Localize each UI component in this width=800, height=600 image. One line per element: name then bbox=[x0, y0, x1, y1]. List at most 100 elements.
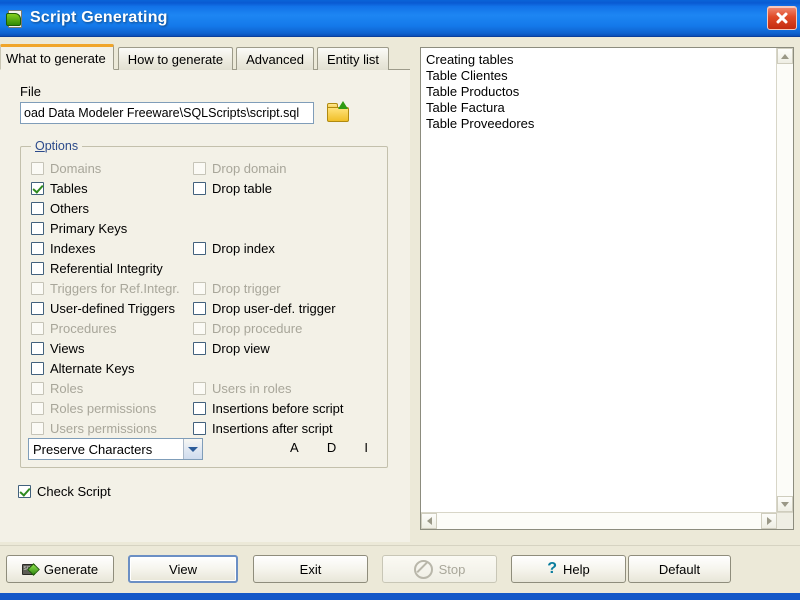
checkbox-checked-icon bbox=[18, 485, 31, 498]
what-to-generate-panel: File Options Domains Tables Others Prima… bbox=[0, 70, 410, 542]
option-views[interactable]: Views bbox=[31, 341, 84, 356]
generate-button-label: Generate bbox=[43, 561, 99, 577]
exit-button-label: Exit bbox=[299, 561, 322, 577]
option-insertions-before-script[interactable]: Insertions before script bbox=[193, 401, 344, 416]
checkbox-icon bbox=[31, 262, 44, 275]
option-label: Insertions before script bbox=[212, 401, 344, 416]
option-label: Triggers for Ref.Integr. bbox=[50, 281, 180, 296]
check-script-label: Check Script bbox=[37, 484, 111, 499]
script-file-input[interactable] bbox=[20, 102, 314, 124]
scroll-right-icon[interactable] bbox=[761, 513, 777, 529]
tab-label: What to generate bbox=[6, 50, 106, 66]
option-drop-domain: Drop domain bbox=[193, 161, 286, 176]
option-user-defined-triggers[interactable]: User-defined Triggers bbox=[31, 301, 175, 316]
help-button-label: Help bbox=[563, 561, 590, 577]
option-alternate-keys[interactable]: Alternate Keys bbox=[31, 361, 135, 376]
checkbox-icon bbox=[193, 402, 206, 415]
checkbox-icon bbox=[193, 342, 206, 355]
option-others[interactable]: Others bbox=[31, 201, 89, 216]
option-label: Drop view bbox=[212, 341, 270, 356]
option-domains: Domains bbox=[31, 161, 101, 176]
checkbox-icon bbox=[31, 362, 44, 375]
tab-strip: What to generate How to generate Advance… bbox=[0, 44, 410, 70]
vertical-scroll-track[interactable] bbox=[777, 64, 793, 496]
checkbox-icon bbox=[193, 282, 206, 295]
generate-button[interactable]: Generate bbox=[6, 555, 114, 583]
checkbox-icon bbox=[31, 302, 44, 315]
option-drop-view[interactable]: Drop view bbox=[193, 341, 270, 356]
horizontal-scroll-track[interactable] bbox=[437, 513, 761, 529]
option-insertions-after-script[interactable]: Insertions after script bbox=[193, 421, 333, 436]
log-vertical-scrollbar[interactable] bbox=[776, 48, 793, 512]
scroll-left-icon[interactable] bbox=[421, 513, 437, 529]
dialog-button-bar: Generate View Exit Stop ? Help Default bbox=[0, 545, 800, 594]
option-label: Drop domain bbox=[212, 161, 287, 176]
checkbox-icon bbox=[31, 202, 44, 215]
charset-combo-value: Preserve Characters bbox=[33, 441, 153, 457]
checkbox-icon bbox=[193, 382, 206, 395]
checkbox-icon bbox=[31, 382, 44, 395]
log-list[interactable]: Creating tables Table Clientes Table Pro… bbox=[421, 48, 776, 512]
tab-entity-list[interactable]: Entity list bbox=[316, 47, 389, 70]
option-label: Users in roles bbox=[212, 381, 292, 396]
option-roles-permissions: Roles permissions bbox=[31, 401, 156, 416]
desktop-strip bbox=[0, 593, 800, 600]
tab-label: Entity list bbox=[326, 51, 379, 67]
option-label: Referential Integrity bbox=[50, 261, 163, 276]
stop-icon bbox=[413, 559, 433, 579]
checkbox-icon bbox=[31, 222, 44, 235]
option-users-in-roles: Users in roles bbox=[193, 381, 291, 396]
marker-i: I bbox=[364, 440, 368, 455]
option-label: Views bbox=[50, 341, 85, 356]
option-label: Drop table bbox=[212, 181, 272, 196]
script-document-icon bbox=[6, 9, 24, 28]
help-button[interactable]: ? Help bbox=[511, 555, 626, 583]
checkbox-icon bbox=[193, 162, 206, 175]
check-script-option[interactable]: Check Script bbox=[18, 484, 111, 499]
option-referential-integrity[interactable]: Referential Integrity bbox=[31, 261, 163, 276]
checkbox-icon bbox=[31, 322, 44, 335]
log-row: Creating tables Table Clientes Table Pro… bbox=[421, 48, 793, 512]
view-button[interactable]: View bbox=[128, 555, 238, 583]
log-line: Creating tables bbox=[426, 52, 514, 67]
option-users-permissions: Users permissions bbox=[31, 421, 157, 436]
option-tables[interactable]: Tables bbox=[31, 181, 88, 196]
question-mark-icon: ? bbox=[547, 560, 558, 577]
marker-d: D bbox=[326, 440, 337, 455]
option-procedures: Procedures bbox=[31, 321, 116, 336]
option-label: User-defined Triggers bbox=[50, 301, 175, 316]
option-label: Drop index bbox=[212, 241, 275, 256]
log-line: Table Clientes bbox=[426, 68, 508, 83]
log-horizontal-scrollbar[interactable] bbox=[421, 512, 793, 529]
option-indexes[interactable]: Indexes bbox=[31, 241, 96, 256]
option-triggers-for-ref-integrity: Triggers for Ref.Integr. bbox=[31, 281, 180, 296]
option-drop-table[interactable]: Drop table bbox=[193, 181, 272, 196]
log-line: Table Factura bbox=[426, 100, 505, 115]
exit-button[interactable]: Exit bbox=[253, 555, 368, 583]
tab-advanced[interactable]: Advanced bbox=[236, 47, 314, 70]
stop-button: Stop bbox=[382, 555, 497, 583]
stop-button-label: Stop bbox=[438, 561, 466, 577]
checkbox-icon bbox=[31, 242, 44, 255]
option-drop-index[interactable]: Drop index bbox=[193, 241, 275, 256]
tab-label: Advanced bbox=[246, 51, 304, 67]
scroll-up-icon[interactable] bbox=[777, 48, 793, 64]
open-folder-icon[interactable] bbox=[325, 100, 351, 124]
checkbox-icon bbox=[193, 422, 206, 435]
option-label: Tables bbox=[50, 181, 88, 196]
scroll-down-icon[interactable] bbox=[777, 496, 793, 512]
default-button[interactable]: Default bbox=[628, 555, 731, 583]
option-primary-keys[interactable]: Primary Keys bbox=[31, 221, 127, 236]
option-label: Insertions after script bbox=[212, 421, 333, 436]
tab-what-to-generate[interactable]: What to generate bbox=[0, 44, 114, 70]
close-icon[interactable] bbox=[767, 6, 797, 30]
option-label: Alternate Keys bbox=[50, 361, 135, 376]
chevron-down-icon[interactable] bbox=[183, 439, 202, 459]
option-label: Drop trigger bbox=[212, 281, 281, 296]
tab-how-to-generate[interactable]: How to generate bbox=[117, 47, 234, 70]
option-label: Primary Keys bbox=[50, 221, 128, 236]
option-label: Indexes bbox=[50, 241, 96, 256]
charset-combo[interactable]: Preserve Characters bbox=[28, 438, 203, 460]
option-drop-user-def-trigger[interactable]: Drop user-def. trigger bbox=[193, 301, 336, 316]
option-label: Others bbox=[50, 201, 90, 216]
